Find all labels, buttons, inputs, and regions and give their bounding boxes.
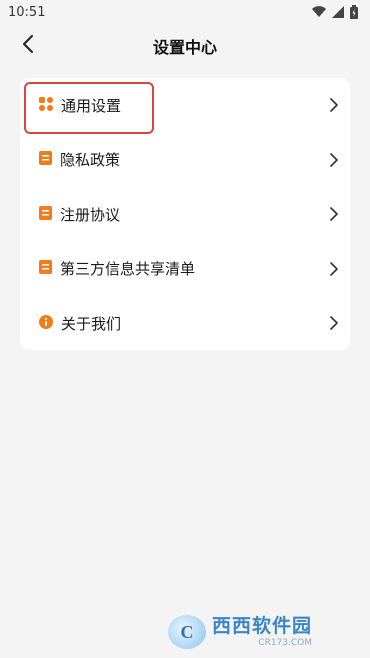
menu-item-label: 关于我们 <box>61 314 122 333</box>
menu-item-label: 第三方信息共享清单 <box>60 260 196 279</box>
status-bar: 10:51 <box>0 0 370 24</box>
watermark-sub: CR173.COM <box>258 637 313 648</box>
menu-item-general-settings[interactable]: 通用设置 <box>20 78 350 133</box>
menu-item-third-party-sharing-list[interactable]: 第三方信息共享清单 <box>20 242 350 297</box>
grid-icon <box>39 96 53 115</box>
back-button[interactable] <box>14 32 42 60</box>
battery-charging-icon <box>350 5 358 19</box>
menu-item-label: 注册协议 <box>60 205 121 224</box>
watermark-logo-icon: C <box>168 615 206 649</box>
menu-item-label: 隐私政策 <box>60 151 121 170</box>
status-time: 10:51 <box>8 4 46 20</box>
settings-menu: 通用设置 隐私政策 注册协议 第三方信息共享清单 关于我们 <box>20 78 350 350</box>
wifi-icon <box>312 6 326 18</box>
chevron-right-icon <box>330 207 338 222</box>
header: 设置中心 <box>0 24 370 68</box>
document-icon <box>39 259 52 278</box>
chevron-right-icon <box>330 98 338 113</box>
chevron-right-icon <box>330 316 338 331</box>
document-icon <box>39 205 52 224</box>
info-icon <box>39 314 53 333</box>
menu-item-registration-agreement[interactable]: 注册协议 <box>20 187 350 242</box>
watermark-text: 西西软件园 CR173.COM <box>212 614 313 648</box>
chevron-left-icon <box>22 35 34 57</box>
status-icons <box>312 5 358 19</box>
watermark-name: 西西软件园 <box>212 614 313 637</box>
menu-item-privacy-policy[interactable]: 隐私政策 <box>20 133 350 188</box>
document-icon <box>39 150 52 169</box>
page-title: 设置中心 <box>152 38 217 57</box>
watermark: C 西西软件园 CR173.COM <box>168 612 350 652</box>
chevron-right-icon <box>330 261 338 276</box>
chevron-right-icon <box>330 152 338 167</box>
menu-item-label: 通用设置 <box>61 96 122 115</box>
signal-icon <box>332 6 344 18</box>
menu-item-about-us[interactable]: 关于我们 <box>20 296 350 351</box>
